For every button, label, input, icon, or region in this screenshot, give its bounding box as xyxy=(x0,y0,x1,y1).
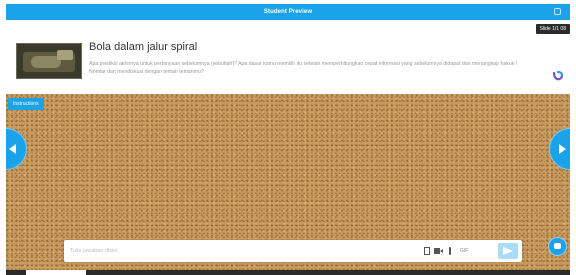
chevron-right-icon xyxy=(559,144,566,154)
slide-title: Bola dalam jalur spiral xyxy=(89,41,198,53)
help-chat-button[interactable] xyxy=(549,238,566,255)
app-title: Student Preview xyxy=(263,9,313,15)
chevron-left-icon xyxy=(9,144,16,154)
square-icon[interactable] xyxy=(554,8,561,15)
video-icon[interactable] xyxy=(434,247,443,255)
send-icon xyxy=(503,247,513,255)
link-icon[interactable] xyxy=(448,247,452,255)
instructions-tab[interactable]: Instructions xyxy=(8,98,44,110)
app-frame: Student Preview Bola dalam jalur spiral … xyxy=(6,4,570,275)
slide-thumbnail xyxy=(16,43,82,79)
reply-bar: GIF xyxy=(64,240,522,262)
answer-input[interactable] xyxy=(70,244,390,258)
slide-header-card: Bola dalam jalur spiral Apa prediksi akh… xyxy=(6,20,570,95)
brand-logo-icon xyxy=(552,70,564,81)
gif-button[interactable]: GIF xyxy=(460,248,468,254)
slide-counter-badge: Slide 1/1 08 xyxy=(535,24,570,34)
file-icon[interactable] xyxy=(424,247,430,255)
bottom-strip xyxy=(6,270,570,275)
send-button[interactable] xyxy=(498,243,518,259)
top-bar: Student Preview xyxy=(6,4,570,20)
slide-description: Apa prediksi akhirnya untuk pertanyaan s… xyxy=(89,61,518,75)
chat-icon xyxy=(554,243,561,249)
